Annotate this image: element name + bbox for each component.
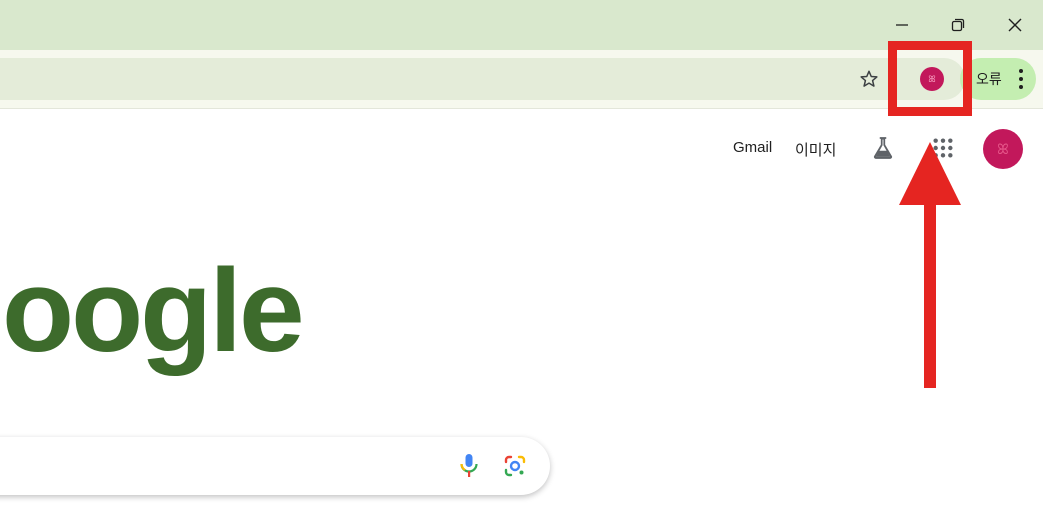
address-bar[interactable] [0,58,965,100]
google-logo: oogle [2,245,305,377]
google-lens-button[interactable] [498,448,532,484]
minimize-icon [896,24,908,26]
bookmark-button[interactable] [852,62,886,96]
title-bar [0,0,1043,50]
error-chip-label: 오류 [976,71,1002,87]
annotation-arrow [899,142,961,388]
restore-icon [951,18,965,32]
microphone-icon [460,454,478,477]
browser-toolbar: ꕤ 오류 [0,50,1043,109]
close-icon [1008,18,1022,32]
gmail-link[interactable]: Gmail [733,139,772,156]
account-avatar-icon[interactable]: ꕤ [983,129,1023,169]
close-window-button[interactable] [987,0,1043,50]
highlight-box [888,41,972,116]
flask-icon [873,137,893,159]
kebab-menu-icon[interactable] [1018,69,1024,89]
star-icon [860,70,878,87]
images-link[interactable]: 이미지 [795,139,836,160]
voice-search-button[interactable] [452,448,486,484]
google-lens-icon [504,455,526,477]
